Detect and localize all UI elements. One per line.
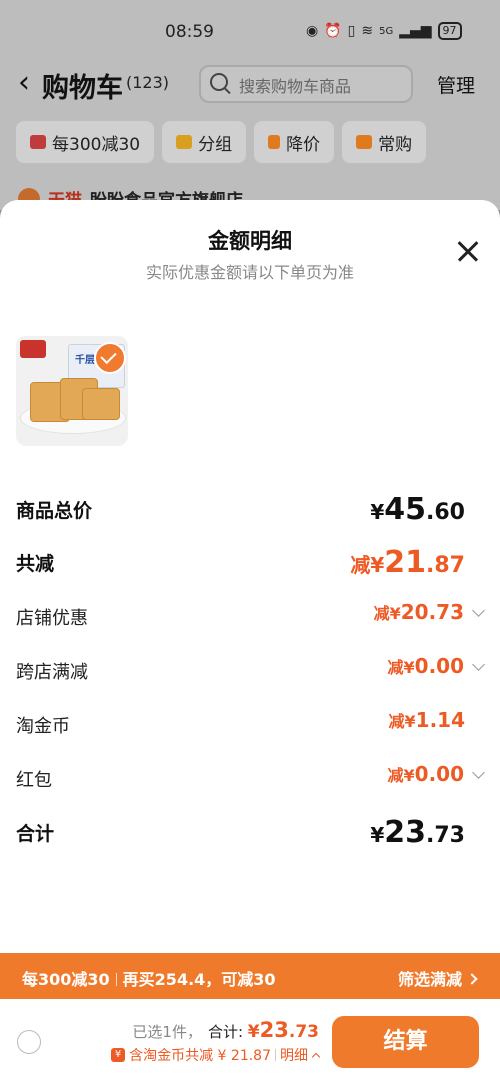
select-all-radio[interactable]: [17, 1030, 41, 1054]
row-label: 合计: [16, 823, 55, 845]
cart-count: (123): [126, 73, 170, 92]
search-input[interactable]: 搜索购物车商品: [199, 65, 413, 103]
promo-bar[interactable]: 每300减30 再买254.4，可减30 筛选满减: [0, 953, 500, 999]
cracker-shape: [82, 388, 120, 420]
close-icon[interactable]: [455, 238, 481, 264]
wifi-icon: ≋: [361, 23, 374, 39]
status-bar: 08:59 ◉ ⏰ ▯ ≋ 5G ▂▄▆ 97: [0, 22, 500, 46]
selected-check-icon: [94, 342, 126, 374]
row-shop-coupon[interactable]: 店铺优惠 减¥20.73: [16, 600, 485, 634]
status-icons: ◉ ⏰ ▯ ≋ 5G ▂▄▆ 97: [306, 22, 462, 40]
search-placeholder: 搜索购物车商品: [239, 77, 352, 96]
amount-detail-sheet: 金额明细 实际优惠金额请以下单页为准 千层 商品总价 ¥45.60 共减 减¥2…: [0, 200, 500, 1085]
filter-promo-link[interactable]: 筛选满减: [398, 966, 476, 990]
row-amount: 减¥0.00: [387, 654, 464, 678]
network-label: 5G: [379, 25, 394, 37]
cart-icon: [356, 135, 373, 149]
folder-icon: [176, 135, 193, 149]
product-thumbnail[interactable]: 千层: [16, 336, 128, 446]
row-amount: 减¥21.87: [350, 545, 465, 580]
alarm-icon: ⏰: [324, 23, 342, 39]
row-label: 商品总价: [16, 500, 93, 522]
row-amount: ¥23.73: [370, 815, 465, 850]
cart-page-background: 08:59 ◉ ⏰ ▯ ≋ 5G ▂▄▆ 97 ‹ 购物车 (123) 搜索购物…: [0, 0, 500, 210]
manage-button[interactable]: 管理: [437, 71, 475, 98]
row-total-price: 商品总价 ¥45.60: [16, 492, 484, 527]
vibrate-icon: ▯: [347, 23, 356, 39]
eye-icon: ◉: [306, 23, 319, 39]
coin-summary: ¥ 含淘金币共减 ¥ 21.87 明细: [111, 1045, 319, 1065]
promo-divider: [115, 973, 117, 986]
arrow-down-icon: [268, 135, 281, 149]
search-icon: [210, 73, 228, 91]
sheet-title: 金额明细: [208, 229, 292, 253]
row-grand-total: 合计 ¥23.73: [16, 815, 484, 850]
coin-note: 含淘金币共减 ¥ 21.87: [129, 1048, 271, 1064]
package-label: 千层: [75, 355, 95, 366]
row-label: 跨店满减: [16, 662, 88, 683]
signal-icon: ▂▄▆: [399, 23, 432, 39]
filter-chip-group[interactable]: 分组: [162, 121, 247, 163]
row-red-packet[interactable]: 红包 减¥0.00: [16, 762, 485, 796]
row-label: 红包: [16, 770, 52, 791]
status-time: 08:59: [165, 22, 214, 42]
filter-chips: 每300减30 分组 降价 常购: [16, 121, 427, 163]
battery-indicator: 97: [437, 22, 462, 40]
checkout-bar: 已选1件， 合计: ¥23.73 ¥ 含淘金币共减 ¥ 21.87 明细 结算: [0, 999, 500, 1085]
divider: [275, 1049, 276, 1061]
row-label: 店铺优惠: [16, 608, 88, 629]
filter-chip-promo[interactable]: 每300减30: [16, 121, 155, 163]
sheet-subtitle: 实际优惠金额请以下单页为准: [145, 263, 354, 282]
row-label: 共减: [16, 553, 55, 575]
cart-header: ‹ 购物车 (123) 搜索购物车商品 管理: [0, 62, 500, 106]
chevron-down-icon[interactable]: [472, 766, 485, 779]
shop-promo-icon: [30, 135, 46, 149]
page-title: 购物车: [42, 73, 123, 104]
chevron-down-icon[interactable]: [472, 658, 485, 671]
filter-chip-label: 常购: [378, 134, 413, 155]
chevron-down-icon[interactable]: [472, 604, 485, 617]
total-label: 合计:: [207, 1023, 248, 1041]
row-total-discount: 共减 减¥21.87: [16, 545, 484, 580]
checkout-button[interactable]: 结算: [332, 1016, 479, 1068]
row-tao-coin: 淘金币 减¥1.14: [16, 708, 484, 742]
row-cross-store[interactable]: 跨店满减 减¥0.00: [16, 654, 485, 688]
total-value: ¥23.73: [247, 1018, 319, 1042]
filter-chip-frequent[interactable]: 常购: [342, 121, 427, 163]
promo-text: 每300减30 再买254.4，可减30: [22, 970, 276, 989]
row-amount: 减¥20.73: [373, 600, 464, 624]
back-icon[interactable]: ‹: [18, 66, 30, 100]
row-label: 淘金币: [16, 716, 70, 737]
filter-chip-label: 降价: [286, 134, 321, 155]
row-amount: 减¥1.14: [388, 708, 465, 732]
coupon-icon: ¥: [111, 1048, 126, 1062]
detail-toggle[interactable]: 明细: [280, 1045, 319, 1065]
filter-chip-label: 分组: [198, 134, 233, 155]
filter-chip-label: 每300减30: [52, 134, 141, 155]
row-amount: 减¥0.00: [387, 762, 464, 786]
brand-logo-icon: [20, 340, 46, 358]
selected-count: 已选1件，: [132, 1023, 202, 1041]
row-amount: ¥45.60: [370, 492, 465, 527]
filter-chip-price-drop[interactable]: 降价: [254, 121, 335, 163]
selection-summary: 已选1件， 合计: ¥23.73: [132, 1018, 319, 1042]
